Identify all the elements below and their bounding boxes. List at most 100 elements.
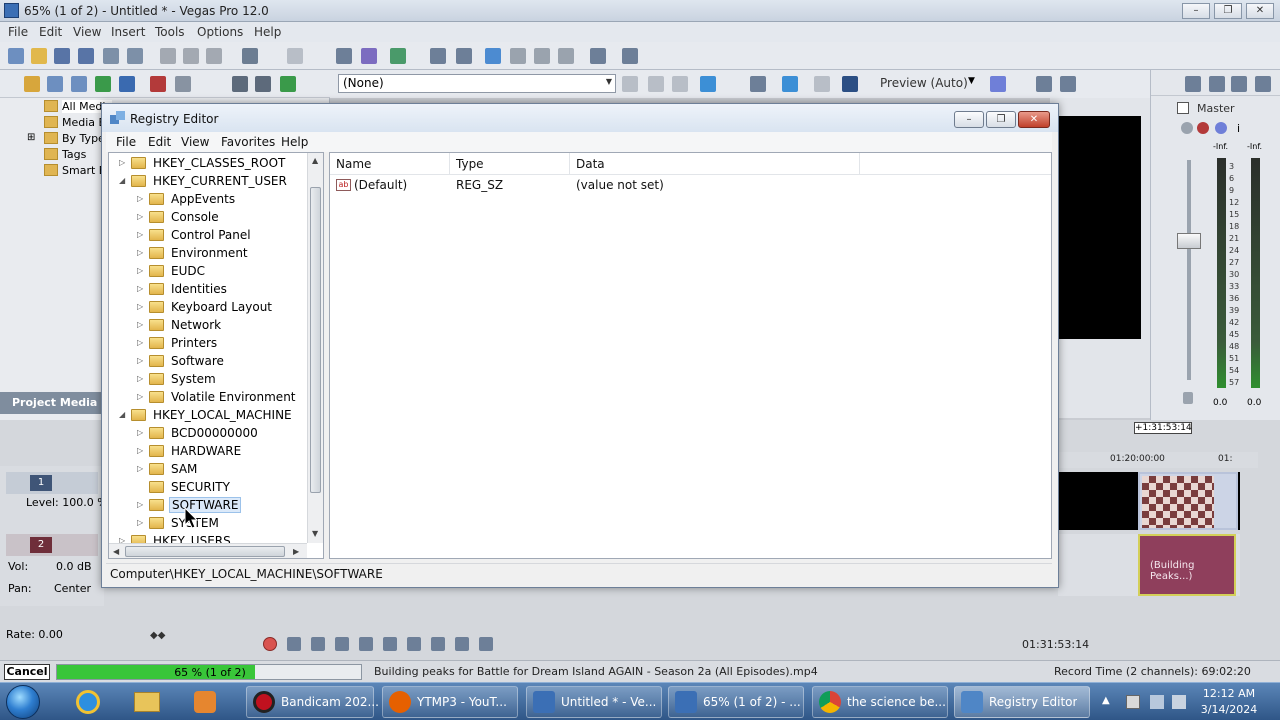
capture-icon[interactable]: [47, 76, 63, 92]
play-icon[interactable]: [335, 637, 349, 651]
fx-remove-icon[interactable]: [672, 76, 688, 92]
expand-arrow-icon[interactable]: ▷: [137, 374, 145, 383]
tree-horizontal-scrollbar[interactable]: ◀ ▶: [109, 543, 307, 558]
action-center-icon[interactable]: [1126, 695, 1140, 709]
rate-slider-handle[interactable]: ◆◆: [150, 630, 174, 644]
tree-horizontal-scroll-thumb[interactable]: [125, 546, 285, 557]
tree-node[interactable]: ▷ SOFTWARE: [109, 497, 305, 515]
task-registry-editor[interactable]: Registry Editor: [954, 686, 1090, 718]
settings-icon[interactable]: [1197, 122, 1209, 134]
track-2-header[interactable]: 2: [6, 534, 98, 556]
copy-icon[interactable]: [183, 48, 199, 64]
media-player-icon[interactable]: [182, 687, 226, 717]
fx-icon[interactable]: [622, 76, 638, 92]
lock-envelopes-icon[interactable]: [510, 48, 526, 64]
expand-arrow-icon[interactable]: ▷: [137, 248, 145, 257]
start-button[interactable]: [6, 685, 40, 719]
expand-arrow-icon[interactable]: ▷: [137, 302, 145, 311]
video-output-fx-icon[interactable]: [750, 76, 766, 92]
regedit-minimize-button[interactable]: –: [954, 111, 984, 128]
close-button[interactable]: ✕: [1246, 3, 1274, 19]
media-tree-smart-bins[interactable]: Smart B: [62, 164, 106, 177]
go-to-end-icon[interactable]: [431, 637, 445, 651]
next-frame-icon[interactable]: [479, 637, 493, 651]
snap-icon[interactable]: [456, 48, 472, 64]
new-icon[interactable]: [8, 48, 24, 64]
clock-time[interactable]: 12:12 AM: [1196, 687, 1262, 700]
tree-vertical-scroll-thumb[interactable]: [310, 187, 321, 493]
properties-icon[interactable]: [127, 48, 143, 64]
registry-values-list[interactable]: Name Type Data ab (Default) REG_SZ (valu…: [329, 152, 1052, 559]
play-from-start-icon[interactable]: [311, 637, 325, 651]
media-tree-media-bins[interactable]: Media B: [62, 116, 106, 129]
timeline-ruler[interactable]: 01:20:00:00 01:: [1058, 452, 1258, 468]
settings-icon[interactable]: [590, 48, 606, 64]
lock-icon[interactable]: [1183, 392, 1193, 404]
tree-node[interactable]: SECURITY: [109, 479, 305, 497]
overlays-icon[interactable]: [842, 76, 858, 92]
task-bandicam[interactable]: Bandicam 202...: [246, 686, 379, 718]
tree-node[interactable]: ▷ Software: [109, 353, 305, 371]
track-1-header[interactable]: 1: [6, 472, 98, 494]
crossfade-icon[interactable]: [558, 48, 574, 64]
ignore-grouping-icon[interactable]: [534, 48, 550, 64]
task-vegas-untitled[interactable]: Untitled * - Ve...: [526, 686, 662, 718]
media-tree-by-type[interactable]: By Type: [62, 132, 105, 145]
expand-arrow-icon[interactable]: ▷: [137, 320, 145, 329]
tree-node[interactable]: ◢ HKEY_CURRENT_USER: [109, 173, 305, 191]
tree-node[interactable]: ▷ SYSTEM: [109, 515, 305, 533]
stop-icon[interactable]: [383, 637, 397, 651]
solo-icon[interactable]: ⅰ: [1237, 122, 1240, 135]
expand-arrow-icon[interactable]: ▷: [137, 500, 145, 509]
save-snapshot-icon[interactable]: [1060, 76, 1076, 92]
menu-edit[interactable]: Edit: [39, 25, 62, 39]
paste-icon[interactable]: [206, 48, 222, 64]
tree-node[interactable]: ▷ BCD00000000: [109, 425, 305, 443]
expand-arrow-icon[interactable]: ▷: [137, 266, 145, 275]
lock-icon[interactable]: [1255, 76, 1271, 92]
expand-arrow-icon[interactable]: ▷: [137, 518, 145, 527]
master-properties-icon[interactable]: [1185, 76, 1201, 92]
column-name[interactable]: Name: [330, 153, 450, 175]
expand-arrow-icon[interactable]: ▷: [137, 464, 145, 473]
registry-tree[interactable]: ▷ HKEY_CLASSES_ROOT ◢ HKEY_CURRENT_USER ▷ App…: [108, 152, 324, 559]
menu-help[interactable]: Help: [254, 25, 281, 39]
auto-preview-icon[interactable]: [280, 76, 296, 92]
tree-node[interactable]: ▷ Console: [109, 209, 305, 227]
split-screen-icon[interactable]: [814, 76, 830, 92]
dim-icon[interactable]: [1231, 76, 1247, 92]
regedit-menu-favorites[interactable]: Favorites: [221, 135, 275, 149]
regedit-maximize-button[interactable]: ❐: [986, 111, 1016, 128]
track-1-level[interactable]: Level: 100.0 %: [26, 496, 108, 509]
expand-arrow-icon[interactable]: ▷: [137, 230, 145, 239]
regedit-menu-view[interactable]: View: [181, 135, 209, 149]
refresh-icon[interactable]: [95, 76, 111, 92]
cancel-button[interactable]: Cancel: [4, 664, 50, 680]
expand-arrow-icon[interactable]: ▷: [119, 158, 127, 167]
redo-icon[interactable]: [287, 48, 303, 64]
get-media-icon[interactable]: [71, 76, 87, 92]
track-2-vol-value[interactable]: 0.0 dB: [56, 560, 92, 573]
expand-arrow-icon[interactable]: ▷: [137, 212, 145, 221]
expand-arrow-icon[interactable]: ▷: [137, 338, 145, 347]
collapse-arrow-icon[interactable]: ◢: [119, 176, 127, 185]
regedit-close-button[interactable]: ✕: [1018, 111, 1050, 128]
collapse-arrow-icon[interactable]: ◢: [119, 410, 127, 419]
preview-device-icon[interactable]: [700, 76, 716, 92]
save-icon[interactable]: [54, 48, 70, 64]
save-as-icon[interactable]: [78, 48, 94, 64]
selection-tool-icon[interactable]: [390, 48, 406, 64]
grid-icon[interactable]: [990, 76, 1006, 92]
cut-icon[interactable]: [160, 48, 176, 64]
network-icon[interactable]: [1150, 695, 1164, 709]
regedit-menu-edit[interactable]: Edit: [148, 135, 171, 149]
zoom-tool-icon[interactable]: [430, 48, 446, 64]
menu-file[interactable]: File: [8, 25, 28, 39]
chevron-down-icon[interactable]: ▼: [968, 76, 975, 86]
tree-node[interactable]: ▷ Volatile Environment: [109, 389, 305, 407]
auto-ripple-icon[interactable]: [485, 48, 501, 64]
scroll-up-icon[interactable]: ▲: [312, 156, 318, 165]
file-explorer-icon[interactable]: [124, 687, 168, 717]
tree-node[interactable]: ◢ HKEY_LOCAL_MACHINE: [109, 407, 305, 425]
track-2-pan-value[interactable]: Center: [54, 582, 91, 595]
